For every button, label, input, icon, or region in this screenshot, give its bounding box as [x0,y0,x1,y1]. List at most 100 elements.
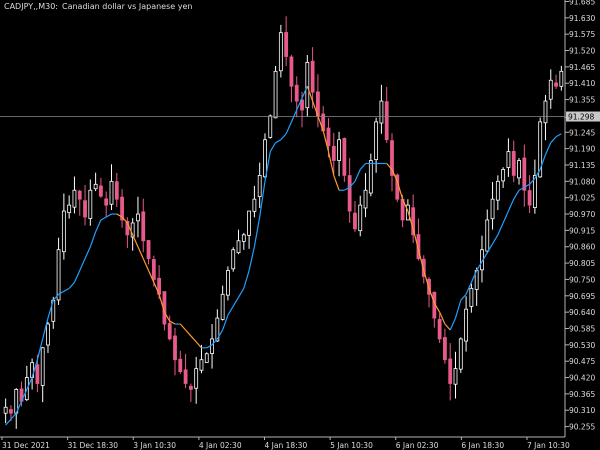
indicator-segment [550,136,557,144]
candle-body [263,139,267,178]
indicator-segment [354,169,361,182]
candle-body [56,249,61,301]
candle-body [93,183,98,190]
y-tick-label: 91.080 [569,177,595,186]
candle-body [236,240,241,254]
candle-body [517,160,521,179]
indicator-segment [555,133,562,138]
y-tick-label: 90.915 [569,226,595,235]
y-tick-label: 90.585 [569,324,595,333]
y-tick-label: 91.355 [569,96,595,105]
candle-body [511,151,516,176]
candle-body [554,82,558,87]
candle-body [437,319,442,340]
candle-body [136,213,140,222]
y-tick-label: 91.135 [569,161,595,170]
indicator-segment [359,163,366,170]
candle-body [210,338,214,354]
candle-body [173,335,177,361]
candle-body [241,234,246,242]
y-tick-label: 90.475 [569,357,595,366]
candle-body [46,323,50,346]
y-tick-label: 90.860 [569,243,595,252]
candle-body [183,369,188,384]
candle-body [353,212,357,230]
candle-body [188,385,193,390]
indicator-segment [290,109,298,123]
indicator-segment [63,287,70,292]
candle-body [310,60,315,93]
indicator-segment [497,222,504,236]
candle-body [368,160,373,194]
candle-body [448,358,453,384]
candle-body [485,219,490,252]
candle-body [443,337,447,361]
candle-body [146,240,151,260]
y-tick-label: 90.970 [569,210,595,219]
y-tick-label: 90.310 [569,406,595,415]
y-tick-label: 90.640 [569,308,595,317]
candles-layer [3,16,564,429]
x-tick-label: 6 Jan 18:30 [461,441,504,450]
y-tick-label: 90.695 [569,292,595,301]
x-tick-label: 6 Jan 02:30 [396,441,439,450]
candle-body [273,70,278,119]
candle-body [278,32,283,72]
y-tick-label: 90.255 [569,423,595,432]
indicator-segment [79,258,86,271]
y-tick-label: 91.190 [569,145,595,154]
indicator-segment [137,246,144,259]
indicator-segment [243,270,250,289]
y-tick-label: 91.410 [569,79,595,88]
indicator-segment [454,300,462,319]
candle-body [522,157,527,191]
candle-body [151,259,156,280]
candle-body [331,145,336,161]
price-chart[interactable]: 91.685 91.630 91.575 91.520 91.465 91.410 91.3… [0,0,600,450]
candle-body [305,62,310,109]
x-tick-label: 3 Jan 10:30 [133,441,176,450]
indicator-segment [280,133,287,141]
indicator-segment [95,219,102,233]
candle-body [342,138,347,176]
indicator-segment [253,216,261,247]
indicator-segment [68,282,75,289]
indicator-segment [460,293,467,301]
candle-body [469,287,474,307]
candle-body [527,190,532,206]
candle-body [543,100,548,124]
x-tick-label: 4 Jan 18:30 [265,441,308,450]
y-tick-label: 90.365 [569,390,595,399]
y-tick-label: 91.630 [569,14,595,23]
indicator-layer [5,85,562,426]
candle-body [379,100,384,124]
candle-body [35,364,40,384]
candle-body [358,204,363,232]
candle-body [9,409,13,414]
indicator-segment [492,234,499,245]
candle-body [167,323,172,340]
indicator-segment [449,317,457,331]
candle-body [204,353,209,363]
y-tick-label: 91.575 [569,30,595,39]
candle-body [104,198,109,206]
y-tick-label: 90.750 [569,275,595,284]
y-tick-label: 91.245 [569,128,595,137]
candle-body [384,101,389,141]
x-tick-label: 4 Jan 02:30 [199,441,242,450]
indicator-segment [105,213,112,218]
candle-body [548,79,553,100]
candle-body [337,139,341,161]
y-tick-label: 91.465 [569,63,595,72]
indicator-segment [89,231,97,247]
indicator-segment [227,305,234,316]
x-tick-label: 5 Jan 10:30 [330,441,373,450]
candle-body [268,115,273,138]
indicator-segment [513,189,520,200]
candle-body [458,338,463,370]
indicator-segment [185,329,192,337]
x-tick-label: 31 Dec 18:30 [68,441,119,450]
candle-body [194,368,199,389]
indicator-segment [132,234,139,247]
candle-body [199,359,204,371]
